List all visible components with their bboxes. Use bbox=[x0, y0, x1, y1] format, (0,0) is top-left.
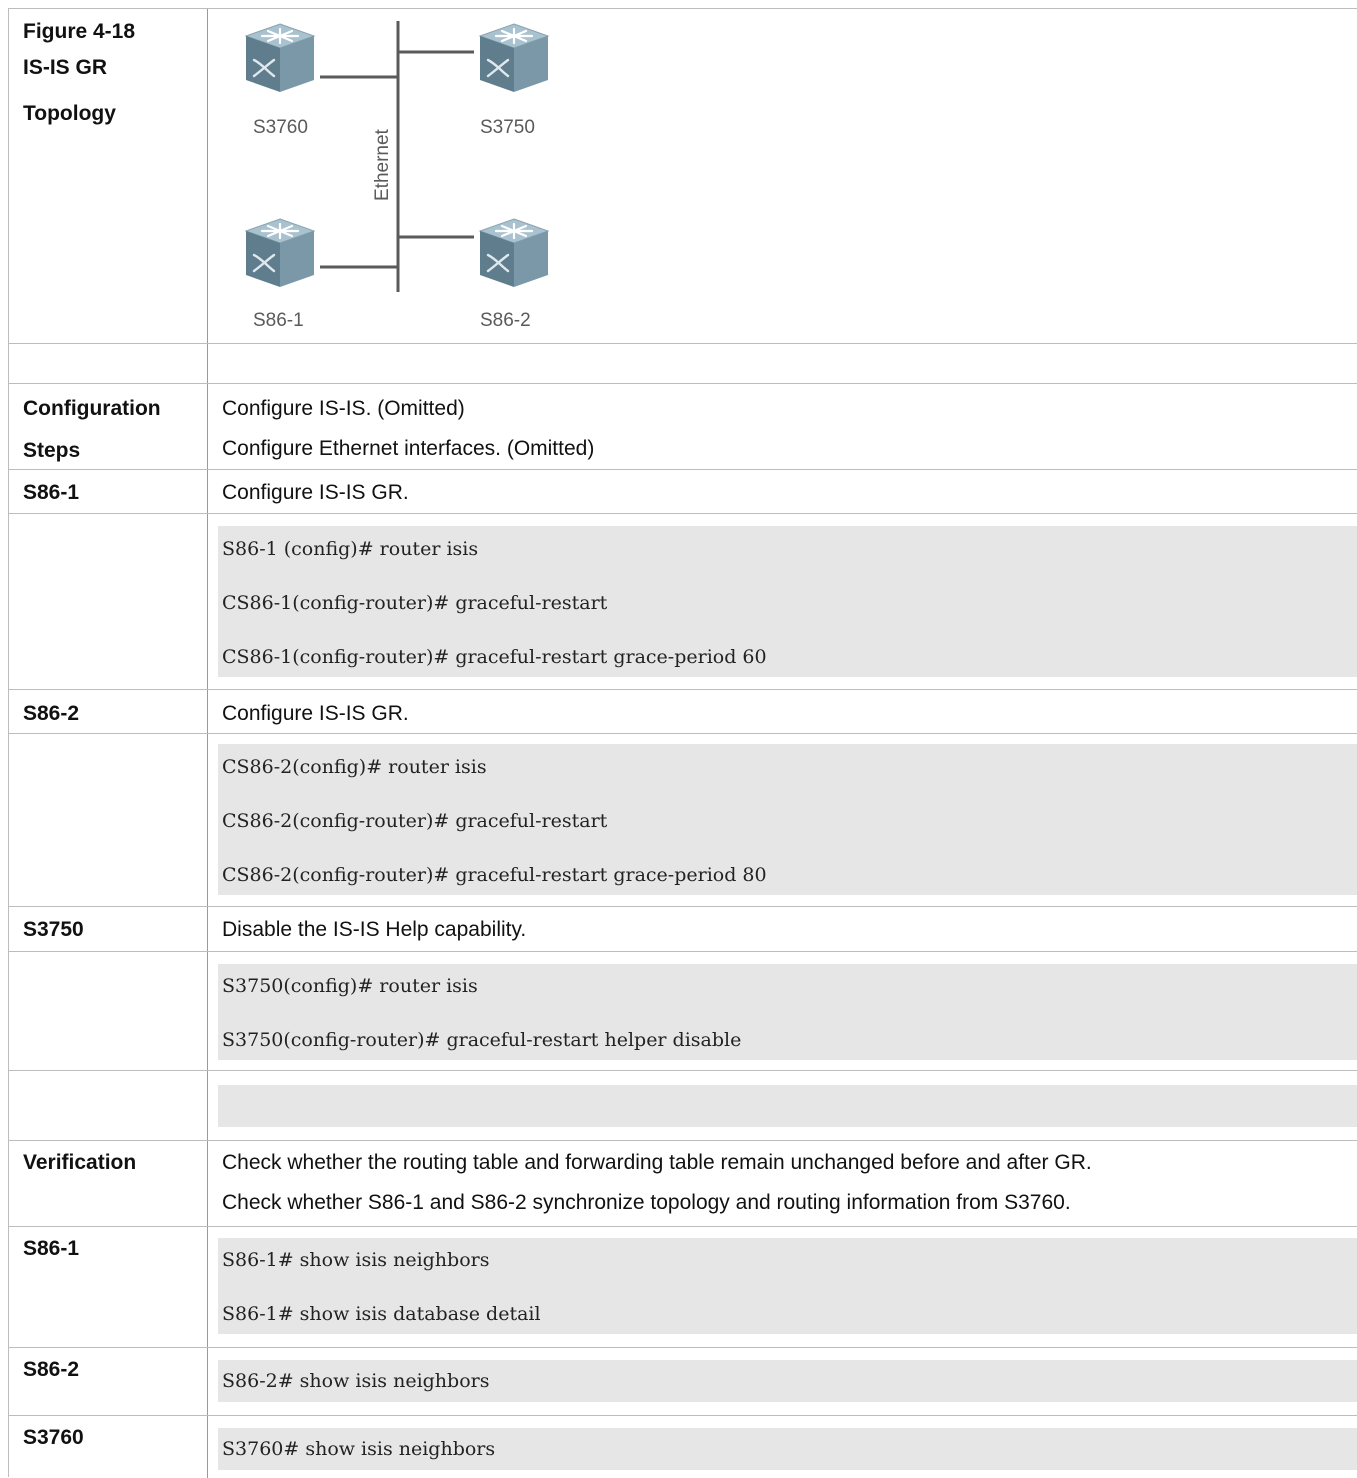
table-rule bbox=[8, 1415, 1357, 1416]
device-label-s86-2: S86-2 bbox=[480, 310, 531, 331]
figure-caption-number: Figure 4-18 bbox=[23, 20, 136, 43]
table-rule bbox=[8, 1347, 1357, 1348]
table-rule bbox=[8, 1070, 1357, 1071]
empty-code-block bbox=[218, 1085, 1357, 1127]
table-rule bbox=[8, 1226, 1357, 1227]
row-label-s86-2: S86-2 bbox=[23, 702, 80, 725]
device-label-s3750: S3750 bbox=[480, 117, 535, 138]
device-label-s86-1: S86-1 bbox=[253, 310, 304, 331]
code-block-s86-1: S86-1 (config)# router isis CS86-1(confi… bbox=[218, 526, 1357, 677]
switch-icon-s86-1 bbox=[244, 217, 316, 289]
code-line: CS86-1(config-router)# graceful-restart … bbox=[222, 646, 767, 668]
table-rule bbox=[8, 733, 1357, 734]
table-rule bbox=[8, 951, 1357, 952]
s3750-description: Disable the IS-IS Help capability. bbox=[222, 918, 527, 941]
table-rule bbox=[8, 1140, 1357, 1141]
code-line: S86-1 (config)# router isis bbox=[222, 538, 479, 560]
table-rule bbox=[8, 383, 1357, 384]
verify-label-s86-2: S86-2 bbox=[23, 1358, 80, 1381]
verify-code-s3760: S3760# show isis neighbors bbox=[218, 1428, 1357, 1470]
switch-icon-s3760 bbox=[244, 22, 316, 94]
code-block-s3750: S3750(config)# router isis S3750(config-… bbox=[218, 964, 1357, 1060]
switch-icon-s3750 bbox=[478, 22, 550, 94]
config-step-ethernet: Configure Ethernet interfaces. (Omitted) bbox=[222, 437, 595, 460]
figure-caption-title: IS-IS GR bbox=[23, 56, 108, 79]
verification-label: Verification bbox=[23, 1151, 137, 1174]
device-label-s3760: S3760 bbox=[253, 117, 308, 138]
code-line: CS86-2(config-router)# graceful-restart bbox=[222, 810, 608, 832]
row-label-s86-1: S86-1 bbox=[23, 481, 80, 504]
document-page: Figure 4-18 IS-IS GR Topology S3760 S375… bbox=[0, 0, 1357, 1478]
code-line: S3750(config)# router isis bbox=[222, 975, 478, 997]
code-line: S3760# show isis neighbors bbox=[222, 1438, 496, 1460]
topology-diagram: S3760 S3750 S86-1 S86-2 Ethernet bbox=[244, 21, 550, 331]
table-rule bbox=[8, 906, 1357, 907]
code-line: S86-2# show isis neighbors bbox=[222, 1370, 490, 1392]
ethernet-label: Ethernet bbox=[372, 128, 393, 201]
switch-icon-s86-2 bbox=[478, 217, 550, 289]
verify-code-s86-2: S86-2# show isis neighbors bbox=[218, 1360, 1357, 1402]
verification-step-1: Check whether the routing table and forw… bbox=[222, 1151, 1092, 1174]
s86-2-description: Configure IS-IS GR. bbox=[222, 702, 409, 725]
steps-label: Steps bbox=[23, 439, 81, 462]
s86-1-description: Configure IS-IS GR. bbox=[222, 481, 409, 504]
table-rule bbox=[8, 343, 1357, 344]
code-line: S86-1# show isis neighbors bbox=[222, 1249, 490, 1271]
code-line: CS86-1(config-router)# graceful-restart bbox=[222, 592, 608, 614]
code-line: S86-1# show isis database detail bbox=[222, 1303, 541, 1325]
code-block-s86-2: CS86-2(config)# router isis CS86-2(confi… bbox=[218, 744, 1357, 895]
code-line: CS86-2(config)# router isis bbox=[222, 756, 487, 778]
config-step-isis: Configure IS-IS. (Omitted) bbox=[222, 397, 465, 420]
configuration-label: Configuration bbox=[23, 397, 161, 420]
code-line: S3750(config-router)# graceful-restart h… bbox=[222, 1029, 742, 1051]
table-left-border bbox=[8, 8, 9, 1477]
code-line: CS86-2(config-router)# graceful-restart … bbox=[222, 864, 767, 886]
table-rule bbox=[8, 513, 1357, 514]
verify-code-s86-1: S86-1# show isis neighbors S86-1# show i… bbox=[218, 1238, 1357, 1334]
table-rule bbox=[8, 469, 1357, 470]
verify-label-s3760: S3760 bbox=[23, 1426, 84, 1449]
verification-step-2: Check whether S86-1 and S86-2 synchroniz… bbox=[222, 1191, 1071, 1214]
table-rule bbox=[8, 689, 1357, 690]
verify-label-s86-1: S86-1 bbox=[23, 1237, 80, 1260]
row-label-s3750: S3750 bbox=[23, 918, 84, 941]
figure-caption-subtitle: Topology bbox=[23, 102, 116, 125]
